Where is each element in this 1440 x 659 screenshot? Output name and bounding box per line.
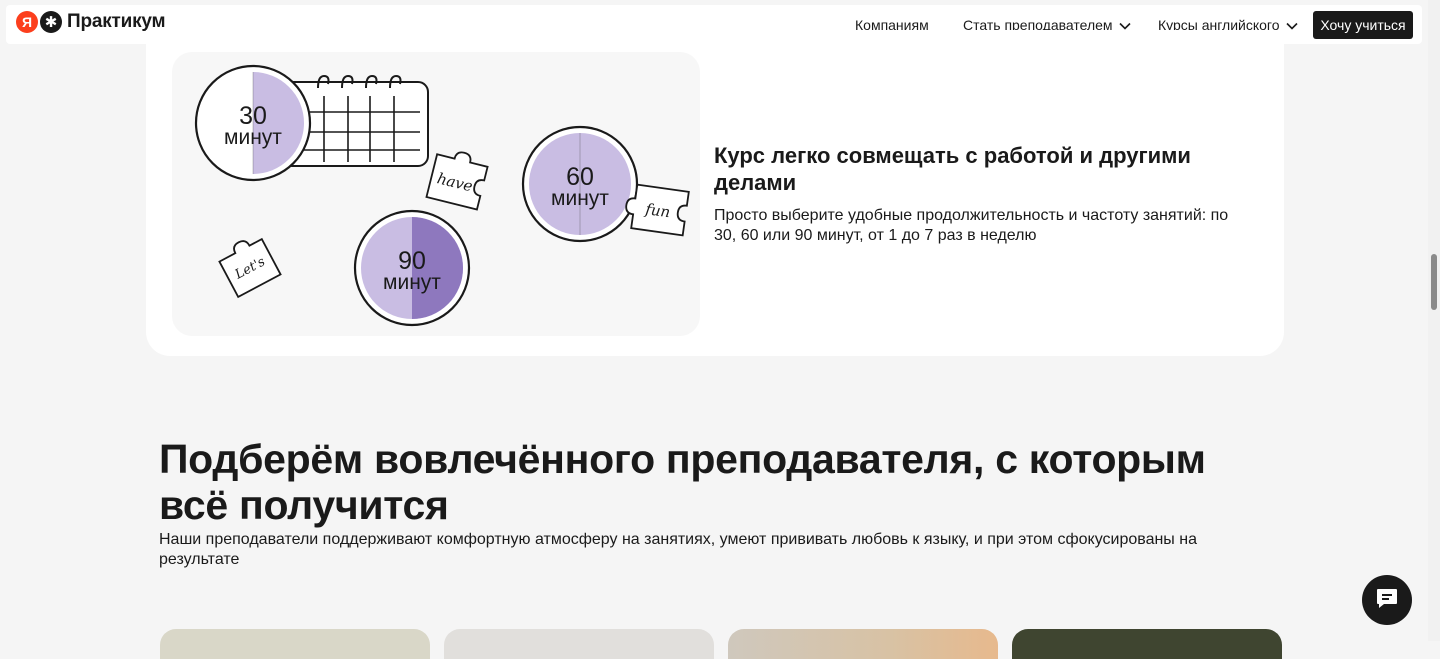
section-description: Наши преподаватели поддерживают комфортн…	[159, 531, 1197, 568]
section-title: Подберём вовлечённого преподавателя, с к…	[159, 436, 1206, 528]
feature-title: Курс легко совмещать с работой и другими…	[714, 143, 1191, 195]
feature-card: 30 минут have 60 минут fun Let's 90 мину…	[146, 30, 1284, 356]
schedule-illustration: 30 минут have 60 минут fun Let's 90 мину…	[172, 52, 700, 336]
yandex-logo-icon: Я	[16, 11, 38, 33]
feature-description: Просто выберите удобные продолжительност…	[714, 207, 1229, 244]
teacher-card[interactable]	[444, 629, 714, 659]
teacher-card[interactable]	[728, 629, 998, 659]
logo[interactable]: Я ✱ Практикум	[16, 11, 166, 33]
dial-30-unit: минут	[224, 126, 282, 149]
teacher-card[interactable]	[1012, 629, 1282, 659]
dial-60-unit: минут	[551, 187, 609, 210]
puzzle-fun: fun	[643, 200, 671, 221]
clock-calendar-illustration: 30 минут have 60 минут fun Let's 90 мину…	[194, 64, 690, 327]
chat-button[interactable]	[1362, 575, 1412, 625]
teacher-card[interactable]	[160, 629, 430, 659]
want-to-learn-button[interactable]: Хочу учиться	[1313, 11, 1413, 39]
dial-90-unit: минут	[383, 271, 441, 294]
scrollbar-thumb[interactable]	[1431, 254, 1437, 310]
chevron-down-icon	[1285, 17, 1298, 33]
praktikum-star-icon: ✱	[40, 11, 62, 33]
page-scrollbar[interactable]	[1428, 0, 1440, 641]
chat-icon	[1375, 586, 1399, 615]
